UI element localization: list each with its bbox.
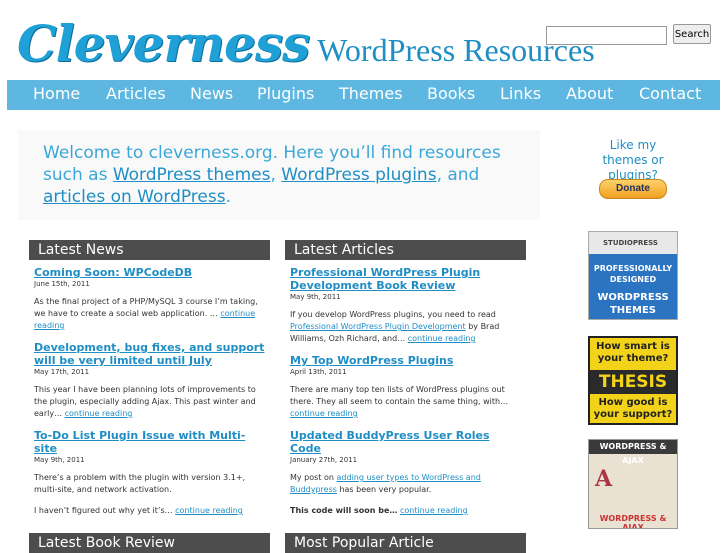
welcome-end: . xyxy=(225,187,232,207)
latest-articles-list: Professional WordPress Plugin Developmen… xyxy=(290,266,522,526)
thesis-question-1: How smart is your theme? xyxy=(596,341,670,364)
news-post-excerpt: As the final project of a PHP/MySQL 3 co… xyxy=(34,296,268,332)
thesis-ad[interactable]: How smart is your theme? THESIS How good… xyxy=(588,336,678,425)
welcome-sep2: , and xyxy=(436,165,480,185)
article-post-title[interactable]: Updated BuddyPress User Roles Code xyxy=(290,429,522,455)
excerpt-text: has been very popular. xyxy=(336,485,432,494)
studiopress-headline: WORDPRESS THEMES xyxy=(597,292,669,316)
book-link[interactable]: Professional WordPress Plugin Developmen… xyxy=(290,322,466,331)
excerpt-text: There are many top ten lists of WordPres… xyxy=(290,385,509,406)
continue-reading-link[interactable]: continue reading xyxy=(175,506,243,515)
main-nav: Home Articles News Plugins Themes Books … xyxy=(7,80,720,110)
welcome-sep1: , xyxy=(270,165,282,185)
news-post-date: May 9th, 2011 xyxy=(34,456,85,464)
nav-contact[interactable]: Contact xyxy=(639,84,701,103)
nav-news[interactable]: News xyxy=(190,84,233,103)
article-post-title[interactable]: My Top WordPress Plugins xyxy=(290,354,522,367)
nav-books[interactable]: Books xyxy=(427,84,475,103)
excerpt-text: I haven’t figured out why yet it’s… xyxy=(34,506,173,515)
book-cover-letter: A xyxy=(595,466,613,492)
latest-book-review-heading: Latest Book Review xyxy=(29,533,270,553)
continue-reading-link[interactable]: continue reading xyxy=(400,506,468,515)
latest-news-list: Coming Soon: WPCodeDB June 15th, 2011 As… xyxy=(34,266,268,526)
nav-themes[interactable]: Themes xyxy=(339,84,403,103)
continue-reading-link[interactable]: continue reading xyxy=(290,409,358,418)
site-logo[interactable]: Cleverness WordPress Resources xyxy=(17,14,595,73)
news-post-title[interactable]: Coming Soon: WPCodeDB xyxy=(34,266,268,279)
most-popular-article-heading: Most Popular Article xyxy=(285,533,526,553)
link-wordpress-themes[interactable]: WordPress themes xyxy=(113,165,271,185)
article-post-excerpt: This code will soon be… continue reading xyxy=(290,505,522,517)
nav-articles[interactable]: Articles xyxy=(106,84,166,103)
search-input[interactable] xyxy=(546,26,667,45)
article-post-date: May 9th, 2011 xyxy=(290,293,341,301)
thesis-name: THESIS xyxy=(590,370,676,394)
article-post-excerpt: If you develop WordPress plugins, you ne… xyxy=(290,309,522,345)
excerpt-text: If you develop WordPress plugins, you ne… xyxy=(290,310,496,319)
welcome-box: Welcome to cleverness.org. Here you’ll f… xyxy=(18,130,540,220)
article-post-excerpt: My post on adding user types to WordPres… xyxy=(290,472,522,496)
book-cover-title: WORDPRESS & AJAX xyxy=(589,440,677,465)
article-post-date: January 27th, 2011 xyxy=(290,456,358,464)
search-form: Search xyxy=(546,24,711,45)
book-cover-subtitle: WORDPRESS & AJAX xyxy=(599,514,667,529)
latest-news-heading: Latest News xyxy=(29,240,270,260)
news-post-date: May 17th, 2011 xyxy=(34,368,90,376)
link-wordpress-plugins[interactable]: WordPress plugins xyxy=(281,165,436,185)
thesis-question-2: How good is your support? xyxy=(593,397,673,420)
excerpt-bold-text: This code will soon be… xyxy=(290,506,398,515)
nav-about[interactable]: About xyxy=(566,84,613,103)
studiopress-brand: STUDIOPRESS xyxy=(589,232,677,254)
news-post-excerpt: There’s a problem with the plugin with v… xyxy=(34,473,246,494)
continue-reading-link[interactable]: continue reading xyxy=(65,409,133,418)
donate-button[interactable]: Donate xyxy=(599,179,667,199)
search-button[interactable]: Search xyxy=(673,24,711,44)
nav-links[interactable]: Links xyxy=(500,84,541,103)
link-wordpress-articles[interactable]: articles on WordPress xyxy=(43,187,226,207)
news-post-title[interactable]: To-Do List Plugin Issue with Multi-site xyxy=(34,429,268,455)
news-post-date: June 15th, 2011 xyxy=(34,280,90,288)
article-post-title[interactable]: Professional WordPress Plugin Developmen… xyxy=(290,266,522,292)
donate-prompt: Like my themes or plugins? xyxy=(602,138,664,182)
logo-script-text: Cleverness xyxy=(17,14,310,73)
wordpress-ajax-book-ad[interactable]: WORDPRESS & AJAX A WORDPRESS & AJAX xyxy=(588,439,678,529)
nav-plugins[interactable]: Plugins xyxy=(257,84,314,103)
news-post-excerpt: This year I have been planning lots of i… xyxy=(34,384,268,420)
studiopress-tagline: PROFESSIONALLY DESIGNED xyxy=(593,264,673,284)
news-post-title[interactable]: Development, bug fixes, and support will… xyxy=(34,341,268,367)
continue-reading-link[interactable]: continue reading xyxy=(408,334,476,343)
excerpt-text: My post on xyxy=(290,473,337,482)
article-post-excerpt: There are many top ten lists of WordPres… xyxy=(290,384,522,420)
welcome-text: Welcome to cleverness.org. Here you’ll f… xyxy=(43,142,538,208)
news-post-excerpt: I haven’t figured out why yet it’s… cont… xyxy=(34,505,268,517)
latest-articles-heading: Latest Articles xyxy=(285,240,526,260)
article-post-date: April 13th, 2011 xyxy=(290,368,347,376)
nav-home[interactable]: Home xyxy=(33,84,80,103)
studiopress-ad[interactable]: STUDIOPRESS PROFESSIONALLY DESIGNED WORD… xyxy=(588,231,678,320)
